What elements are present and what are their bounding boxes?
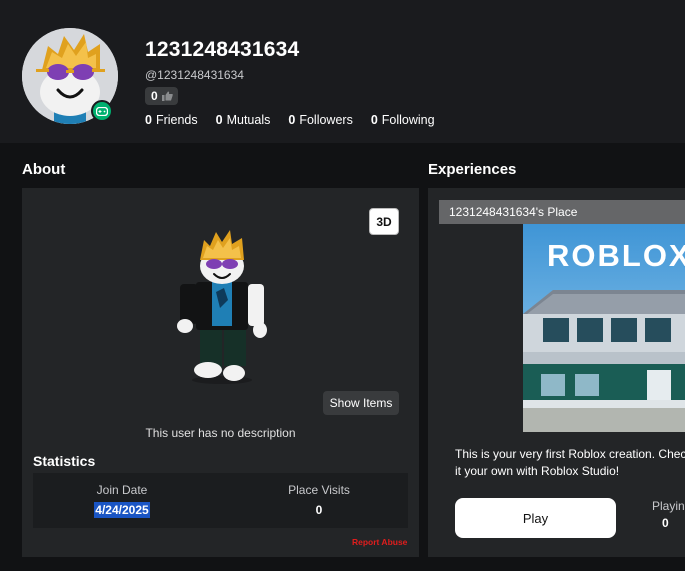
friends-count: 0 xyxy=(145,113,152,127)
no-description-text: This user has no description xyxy=(145,426,296,440)
play-button[interactable]: Play xyxy=(455,498,616,538)
mutuals-link[interactable]: 0 Mutuals xyxy=(216,113,271,127)
followers-count: 0 xyxy=(288,113,296,127)
friends-label: Friends xyxy=(155,113,198,127)
place-visits-value: 0 xyxy=(315,503,323,517)
experience-description: This is your very first Roblox creation.… xyxy=(455,447,685,478)
social-stats: 0 Friends 0 Mutuals 0 Followers 0 Following xyxy=(145,113,435,127)
vote-count: 0 xyxy=(151,89,158,103)
vote-badge[interactable]: 0 xyxy=(145,87,178,105)
thumbs-up-icon xyxy=(161,91,173,101)
friends-link[interactable]: 0 Friends xyxy=(145,113,198,127)
experiences-heading: Experiences xyxy=(428,161,517,178)
playing-value: 0 xyxy=(662,516,669,530)
profile-header: 1231248431634 @1231248431634 0 0 Friends … xyxy=(0,0,685,143)
report-abuse-link[interactable]: Report Abuse xyxy=(352,537,407,547)
join-date-label: Join Date xyxy=(96,483,148,497)
following-count: 0 xyxy=(370,113,378,127)
display-name: 1231248431634 xyxy=(145,38,300,61)
join-date-stat: Join Date 4/24/2025 xyxy=(47,483,197,518)
avatar-3d-figure[interactable] xyxy=(172,230,272,385)
mutuals-label: Mutuals xyxy=(226,113,271,127)
3d-toggle-button[interactable]: 3D xyxy=(369,208,399,235)
playing-label: Playin xyxy=(652,499,685,513)
statistics-heading: Statistics xyxy=(33,453,96,469)
username: @1231248431634 xyxy=(145,68,244,82)
experience-card: 1231248431634's Place ROBLOX This is you… xyxy=(428,188,685,557)
place-visits-label: Place Visits xyxy=(288,483,350,497)
about-heading: About xyxy=(22,161,66,178)
show-items-button[interactable]: Show Items xyxy=(323,391,399,415)
place-thumbnail[interactable]: ROBLOX xyxy=(523,224,685,432)
following-label: Following xyxy=(381,113,435,127)
mutuals-count: 0 xyxy=(215,113,223,127)
place-visits-stat: Place Visits 0 xyxy=(244,483,394,517)
about-card: 3D Show Items This user has no descripti… xyxy=(22,188,419,557)
in-game-presence-icon[interactable] xyxy=(91,100,113,122)
roblox-logo: ROBLOX xyxy=(547,238,685,273)
following-link[interactable]: 0 Following xyxy=(371,113,435,127)
join-date-value: 4/24/2025 xyxy=(94,502,150,518)
followers-label: Followers xyxy=(299,113,353,127)
statistics-box: Join Date 4/24/2025 Place Visits 0 xyxy=(33,473,408,528)
followers-link[interactable]: 0 Followers xyxy=(288,113,352,127)
place-name[interactable]: 1231248431634's Place xyxy=(439,200,685,224)
playing-stat: Playin 0 xyxy=(652,499,685,530)
